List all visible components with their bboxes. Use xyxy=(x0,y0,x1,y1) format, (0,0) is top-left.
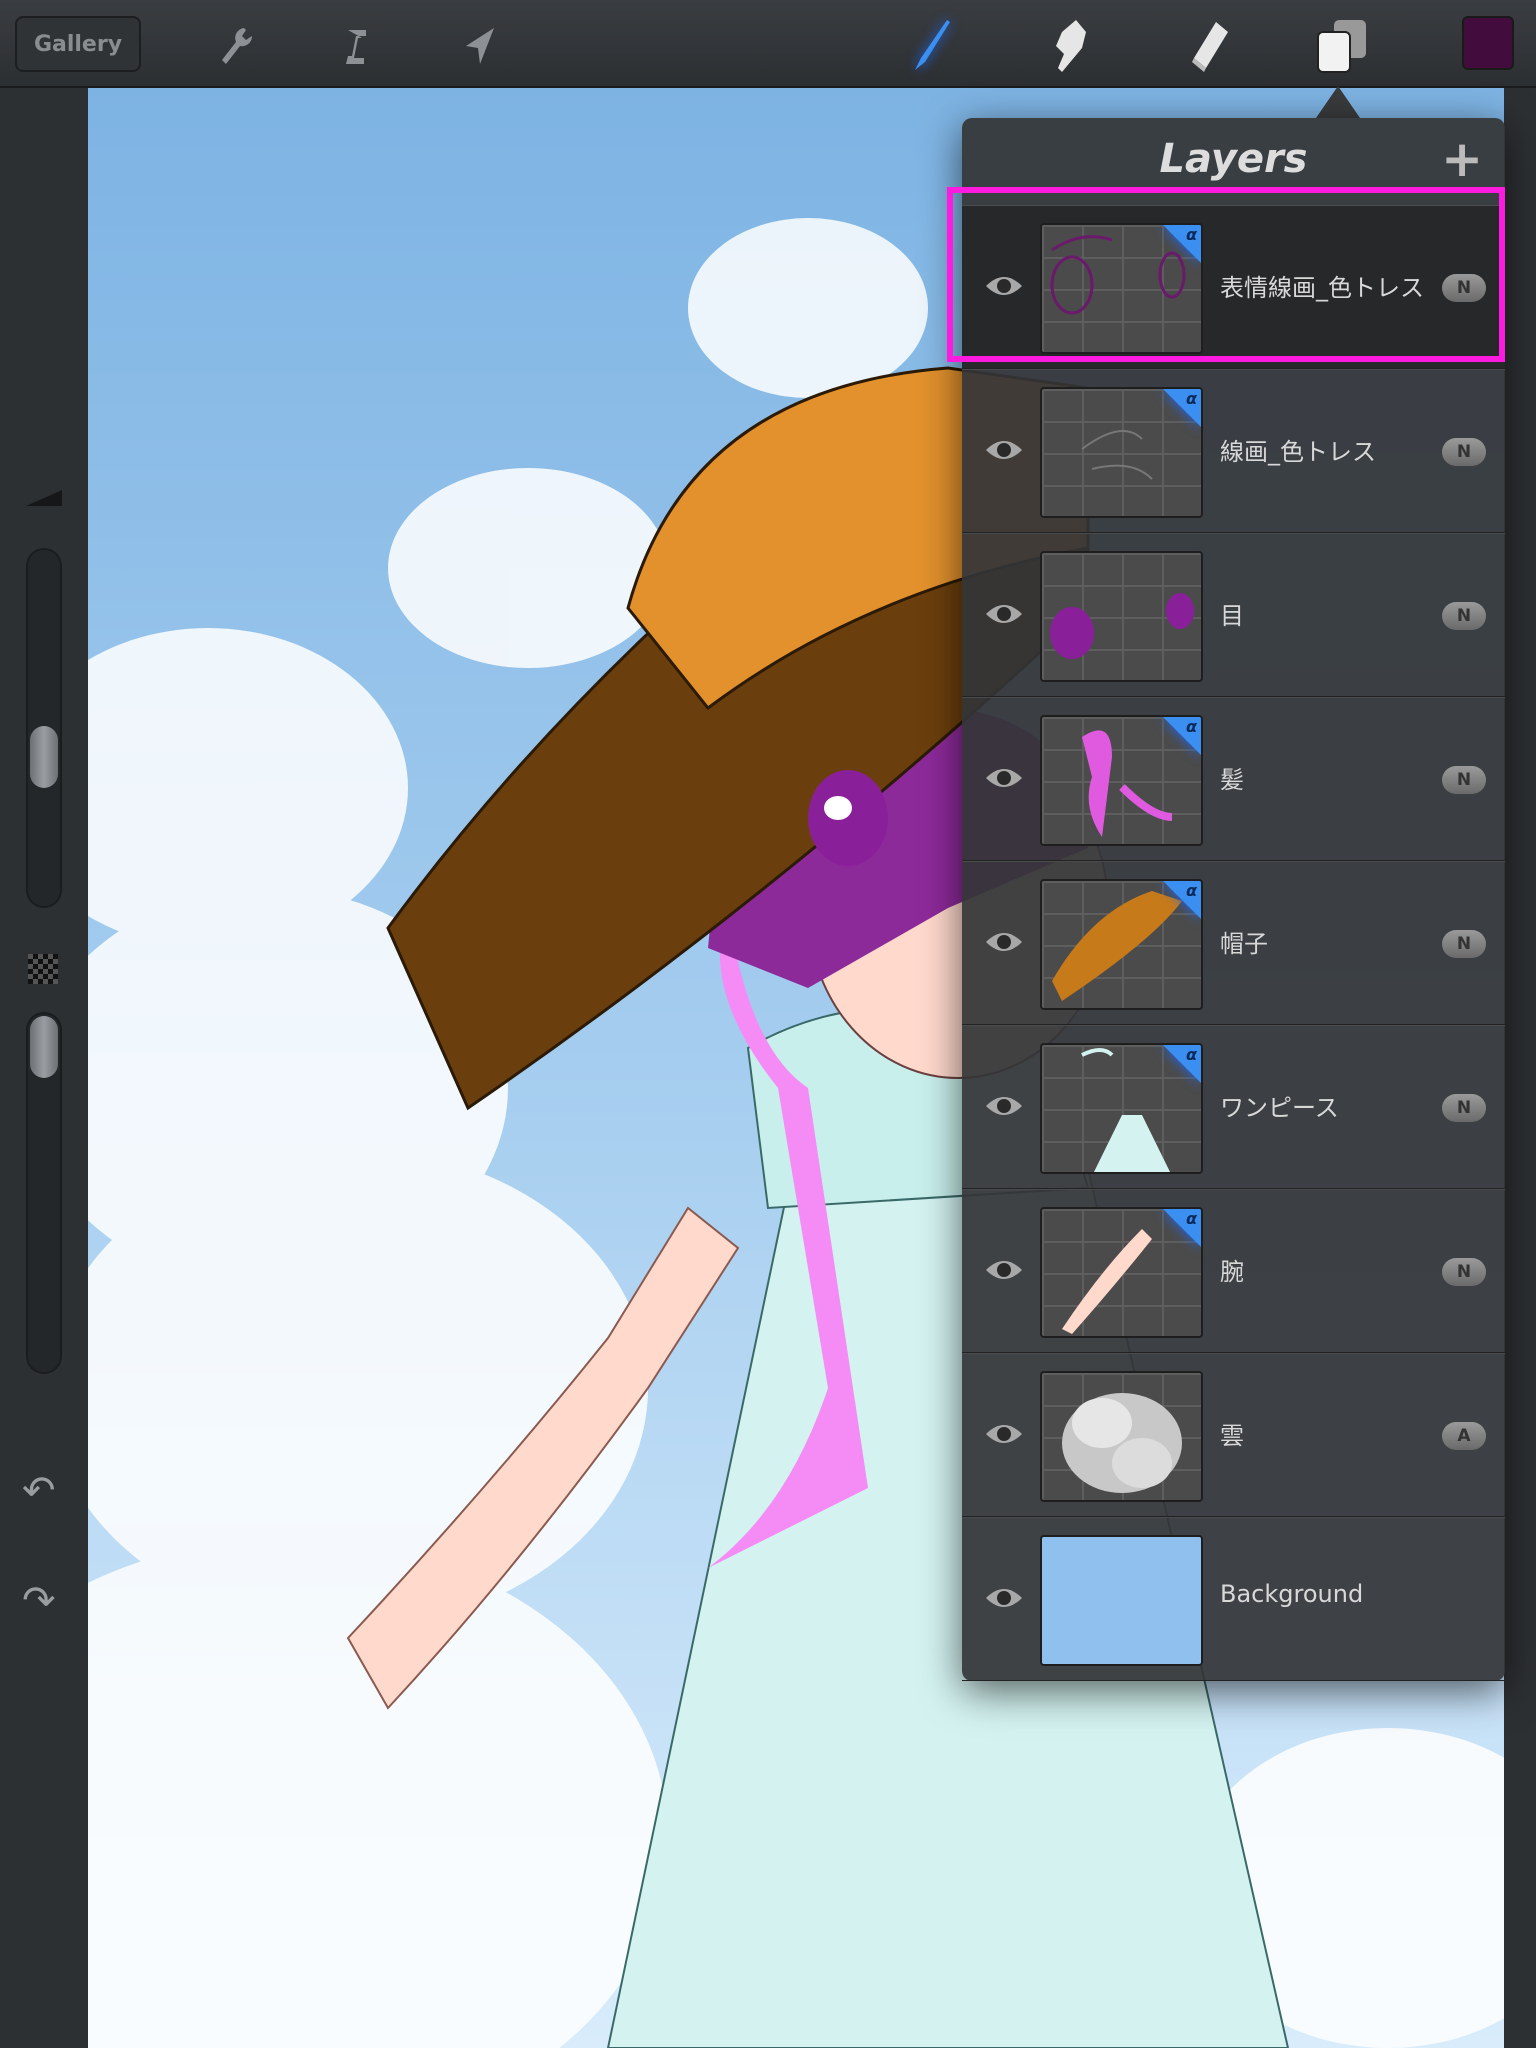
visibility-eye-icon[interactable] xyxy=(984,1420,1024,1448)
layer-name: 雲 xyxy=(1220,1422,1244,1450)
gallery-button[interactable]: Gallery xyxy=(15,16,141,72)
visibility-eye-icon[interactable] xyxy=(984,1584,1024,1612)
alpha-lock-label: α xyxy=(1186,1209,1197,1228)
brush-icon[interactable] xyxy=(900,18,956,74)
visibility-eye-icon[interactable] xyxy=(984,928,1024,956)
brush-size-slider[interactable] xyxy=(26,548,62,908)
layer-name: 線画_色トレス xyxy=(1220,438,1376,466)
layer-thumbnail[interactable] xyxy=(1040,1371,1203,1502)
layer-thumbnail[interactable] xyxy=(1040,1535,1203,1666)
layer-thumbnail[interactable]: α xyxy=(1040,715,1203,846)
layer-thumbnail[interactable]: α xyxy=(1040,1043,1203,1174)
slider-thumb[interactable] xyxy=(30,726,58,788)
layer-thumbnail[interactable] xyxy=(1040,551,1203,682)
blend-mode-button[interactable]: N xyxy=(1442,766,1486,794)
layer-name: ワンピース xyxy=(1220,1094,1339,1122)
color-swatch[interactable] xyxy=(1462,16,1514,70)
layer-thumbnail[interactable]: α xyxy=(1040,387,1203,518)
layer-thumbnail[interactable]: α xyxy=(1040,1207,1203,1338)
layer-name: 帽子 xyxy=(1220,930,1268,958)
top-toolbar: Gallery xyxy=(0,0,1536,88)
undo-icon[interactable]: ↶ xyxy=(22,1468,56,1514)
alpha-lock-label: α xyxy=(1186,1045,1197,1064)
visibility-eye-icon[interactable] xyxy=(984,1256,1024,1284)
size-triangle-icon xyxy=(26,490,62,506)
layer-row[interactable]: Background xyxy=(962,1517,1505,1681)
transform-arrow-icon[interactable] xyxy=(452,18,508,74)
opacity-slider[interactable] xyxy=(26,1012,62,1374)
blend-mode-button[interactable]: N xyxy=(1442,1094,1486,1122)
layers-icon[interactable] xyxy=(1314,18,1370,74)
blend-mode-button[interactable]: N xyxy=(1442,438,1486,466)
left-sidebar: ↶ ↷ xyxy=(0,88,88,2048)
layer-row[interactable]: α 腕 N xyxy=(962,1189,1505,1353)
layer-name: 目 xyxy=(1220,602,1244,630)
visibility-eye-icon[interactable] xyxy=(984,1092,1024,1120)
blend-mode-button[interactable]: N xyxy=(1442,602,1486,630)
wrench-icon[interactable] xyxy=(208,18,264,74)
visibility-eye-icon[interactable] xyxy=(984,600,1024,628)
redo-icon[interactable]: ↷ xyxy=(22,1578,56,1624)
alpha-lock-label: α xyxy=(1186,881,1197,900)
layer-name: 髪 xyxy=(1220,766,1244,794)
popover-arrow xyxy=(1316,86,1360,118)
eye xyxy=(808,770,888,866)
panel-title: Layers xyxy=(1159,136,1308,182)
blend-mode-button[interactable]: A xyxy=(1442,1422,1486,1450)
layer-row[interactable]: 雲 A xyxy=(962,1353,1505,1517)
layer-row[interactable]: α 髪 N xyxy=(962,697,1505,861)
layer-name: Background xyxy=(1220,1580,1364,1608)
opacity-checker-icon xyxy=(28,954,58,984)
layer-row[interactable]: α 帽子 N xyxy=(962,861,1505,1025)
visibility-eye-icon[interactable] xyxy=(984,764,1024,792)
alpha-lock-label: α xyxy=(1186,389,1197,408)
right-edge xyxy=(1504,88,1536,2048)
alpha-lock-label: α xyxy=(1186,717,1197,736)
layer-row[interactable]: 目 N xyxy=(962,533,1505,697)
blend-mode-button[interactable]: N xyxy=(1442,1258,1486,1286)
adjust-icon[interactable] xyxy=(328,18,384,74)
smudge-icon[interactable] xyxy=(1042,18,1098,74)
layer-row[interactable]: α 線画_色トレス N xyxy=(962,369,1505,533)
slider-thumb[interactable] xyxy=(30,1016,58,1078)
selection-highlight xyxy=(947,187,1505,362)
eraser-icon[interactable] xyxy=(1182,18,1238,74)
add-layer-button[interactable]: + xyxy=(1441,134,1483,184)
layer-thumbnail[interactable]: α xyxy=(1040,879,1203,1010)
layer-row[interactable]: α ワンピース N xyxy=(962,1025,1505,1189)
layer-name: 腕 xyxy=(1220,1258,1244,1286)
visibility-eye-icon[interactable] xyxy=(984,436,1024,464)
blend-mode-button[interactable]: N xyxy=(1442,930,1486,958)
